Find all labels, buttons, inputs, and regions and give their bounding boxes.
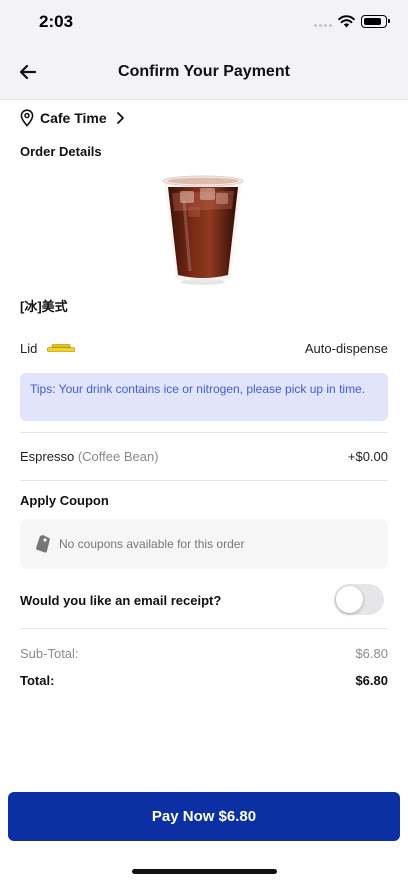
subtotal-row: Sub-Total: $6.80 [20,646,388,664]
cellular-signal-icon [314,24,332,27]
total-label: Total: [20,673,55,688]
lid-label: Lid [20,341,38,356]
store-selector[interactable]: Cafe Time [20,109,125,127]
total-row: Total: $6.80 [20,673,388,691]
coupon-status-text: No coupons available for this order [59,537,245,551]
apply-coupon-heading: Apply Coupon [20,493,109,508]
status-time: 2:03 [39,12,74,31]
email-receipt-toggle[interactable] [334,584,384,615]
toggle-knob [336,586,363,613]
status-bar: 2:03 [0,0,408,44]
battery-icon [361,15,390,28]
coupon-selector[interactable]: No coupons available for this order [20,519,388,569]
location-pin-icon [20,109,34,127]
addon-price: +$0.00 [347,449,388,464]
nav-bar: Confirm Your Payment [0,44,408,100]
iced-coffee-image [162,175,244,285]
store-name: Cafe Time [40,110,107,126]
lid-option-row: Lid Auto-dispense [20,341,388,359]
divider [20,628,388,629]
pickup-tip-banner: Tips: Your drink contains ice or nitroge… [20,373,388,421]
divider [20,432,388,433]
lid-value: Auto-dispense [304,341,388,356]
addon-name: Espresso (Coffee Bean) [20,449,159,464]
chevron-right-icon [116,112,124,124]
addon-row: Espresso (Coffee Bean) +$0.00 [20,449,388,467]
home-indicator [132,869,277,874]
addon-option: (Coffee Bean) [77,449,159,464]
coupon-tag-icon [36,535,50,553]
total-value: $6.80 [355,673,388,688]
addon-name-text: Espresso [20,449,75,464]
subtotal-value: $6.80 [355,646,388,661]
wifi-icon [338,15,355,28]
divider [20,480,388,481]
page-title: Confirm Your Payment [118,63,290,80]
email-receipt-label: Would you like an email receipt? [20,593,222,608]
subtotal-label: Sub-Total: [20,646,79,661]
order-details-heading: Order Details [20,144,102,159]
lid-icon [47,344,75,352]
product-name: [冰]美式 [20,299,68,314]
pay-now-button[interactable]: Pay Now $6.80 [8,792,400,841]
